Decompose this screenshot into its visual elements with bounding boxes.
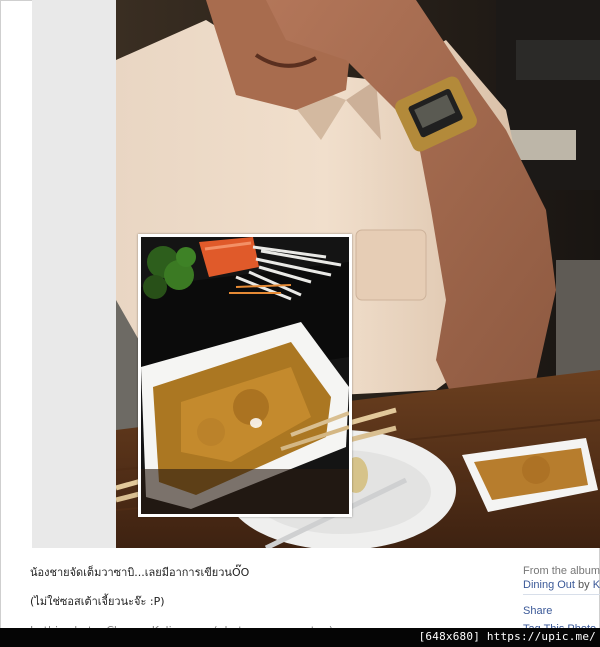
left-side-panel [32,0,116,548]
album-divider [523,594,600,595]
upic-watermark-label: [648x680] https://upic.me/ [418,630,596,643]
album-from-label: From the album: [523,565,600,577]
album-info-panel: From the album: Dining Out by Ku Share T… [523,564,600,636]
caption-line-2: (ไม่ใช่ซอสเต้าเจี้ยวนะจ๊ะ :P) [30,595,165,608]
album-owner-link[interactable]: Ku [593,579,600,591]
inset-photo[interactable] [138,234,352,517]
caption-line-1: น้องชายจัดเต็มวาซาบิ...เลยมีอาการเขียวนO… [30,566,250,579]
album-by-label: by [578,579,590,591]
album-name-link[interactable]: Dining Out [523,579,575,591]
share-link[interactable]: Share [523,604,600,618]
upic-footer-bar: [648x680] https://upic.me/ [0,628,600,647]
